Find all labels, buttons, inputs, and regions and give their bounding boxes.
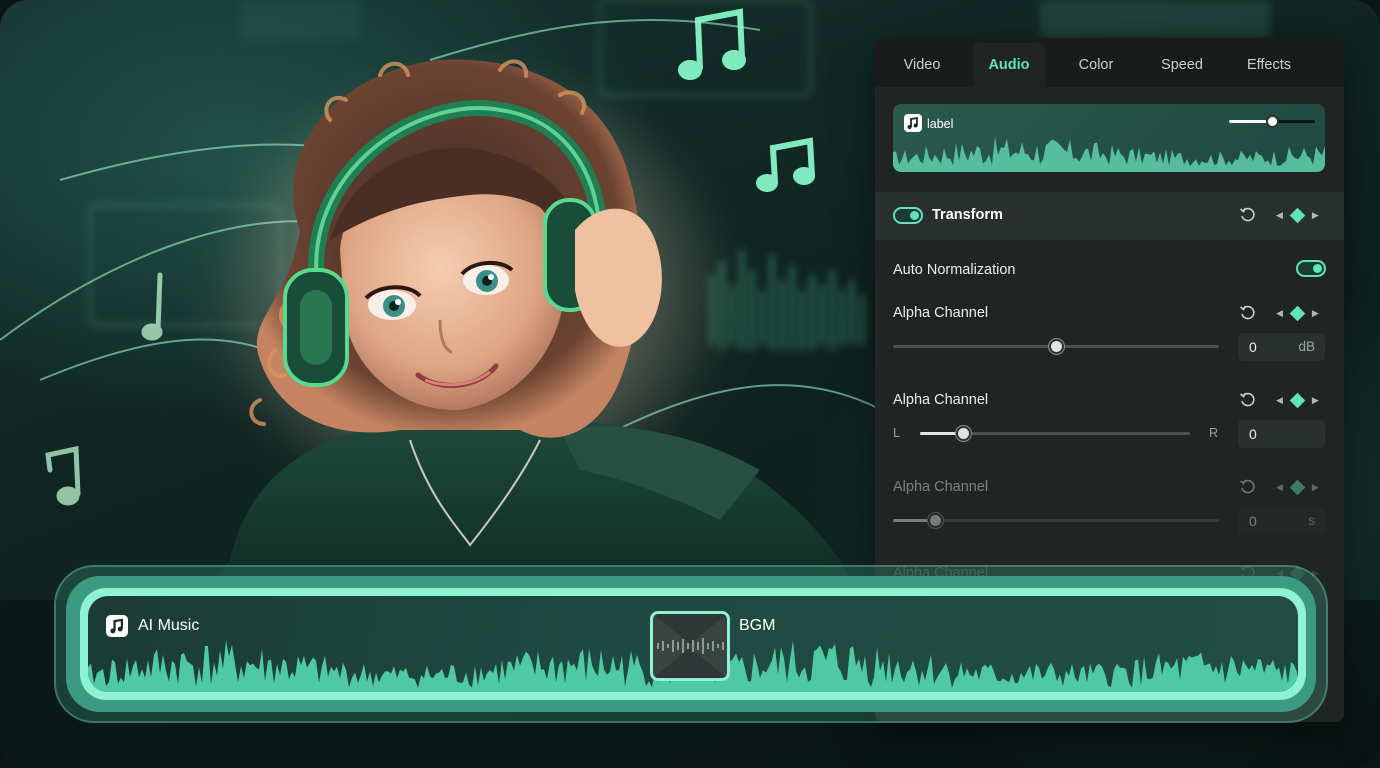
auto-normalization-toggle[interactable]: [1296, 260, 1326, 277]
transform-title: Transform: [932, 207, 1003, 223]
channel-2-slider[interactable]: [920, 426, 1190, 441]
tab-video[interactable]: Video: [881, 43, 963, 87]
next-keyframe-icon[interactable]: ▶: [1312, 308, 1319, 319]
reset-icon[interactable]: [1239, 206, 1257, 224]
prev-keyframe-icon[interactable]: ◀: [1276, 395, 1283, 406]
balance-right-label: R: [1209, 426, 1219, 440]
reset-icon[interactable]: [1239, 478, 1257, 496]
audio-transition-thumbnail[interactable]: [650, 611, 730, 681]
balance-left-label: L: [893, 426, 900, 440]
clip-1-name: AI Music: [138, 617, 200, 634]
channel-1-value: 0: [1249, 339, 1257, 355]
audio-clip-preview[interactable]: label: [893, 104, 1325, 172]
app-stage: Video Audio Color Speed Effects label Tr…: [0, 0, 1380, 768]
auto-normalization-label: Auto Normalization: [893, 262, 1016, 278]
transform-toggle[interactable]: [893, 207, 923, 224]
clip-volume-slider[interactable]: [1229, 115, 1315, 128]
channel-2-label: Alpha Channel: [893, 392, 989, 408]
tab-speed[interactable]: Speed: [1139, 43, 1225, 87]
next-keyframe-icon[interactable]: ▶: [1312, 210, 1319, 221]
tab-audio[interactable]: Audio: [973, 43, 1045, 87]
channel-2-value-field[interactable]: 0: [1238, 420, 1325, 448]
add-keyframe-icon[interactable]: [1289, 392, 1306, 408]
tab-color[interactable]: Color: [1053, 43, 1139, 87]
prev-keyframe-icon[interactable]: ◀: [1276, 210, 1283, 221]
clip-waveform: [893, 136, 1325, 172]
channel-3-slider-knob[interactable]: [928, 513, 943, 528]
channel-2-value: 0: [1249, 426, 1257, 442]
channel-1-slider[interactable]: [893, 339, 1219, 354]
channel-1-slider-knob[interactable]: [1049, 339, 1064, 354]
tab-effects[interactable]: Effects: [1225, 43, 1313, 87]
channel-3-unit: s: [1308, 513, 1315, 528]
reset-icon[interactable]: [1239, 304, 1257, 322]
next-keyframe-icon[interactable]: ▶: [1312, 482, 1319, 493]
clip-label: label: [927, 117, 954, 131]
music-note-icon: [106, 615, 128, 642]
channel-1-label: Alpha Channel: [893, 305, 989, 321]
channel-2-slider-knob[interactable]: [956, 426, 971, 441]
add-keyframe-icon[interactable]: [1289, 207, 1306, 223]
prev-keyframe-icon[interactable]: ◀: [1276, 482, 1283, 493]
add-keyframe-icon[interactable]: [1289, 305, 1306, 321]
transform-section-header[interactable]: Transform ◀ ▶: [875, 192, 1344, 240]
channel-3-value: 0: [1249, 513, 1257, 529]
prev-keyframe-icon[interactable]: ◀: [1276, 308, 1283, 319]
transition-waveform: [653, 614, 727, 678]
music-note-icon: [904, 114, 922, 137]
channel-3-value-field[interactable]: 0 s: [1238, 507, 1325, 535]
channel-3-label: Alpha Channel: [893, 479, 989, 495]
next-keyframe-icon[interactable]: ▶: [1312, 395, 1319, 406]
channel-3-slider[interactable]: [893, 513, 1219, 528]
channel-1-value-field[interactable]: 0 dB: [1238, 333, 1325, 361]
reset-icon[interactable]: [1239, 391, 1257, 409]
clip-2-name: BGM: [739, 617, 776, 634]
tab-bar: Video Audio Color Speed Effects: [875, 38, 1344, 87]
clip-volume-knob[interactable]: [1266, 115, 1279, 128]
channel-1-unit: dB: [1298, 339, 1315, 354]
add-keyframe-icon[interactable]: [1289, 479, 1306, 495]
